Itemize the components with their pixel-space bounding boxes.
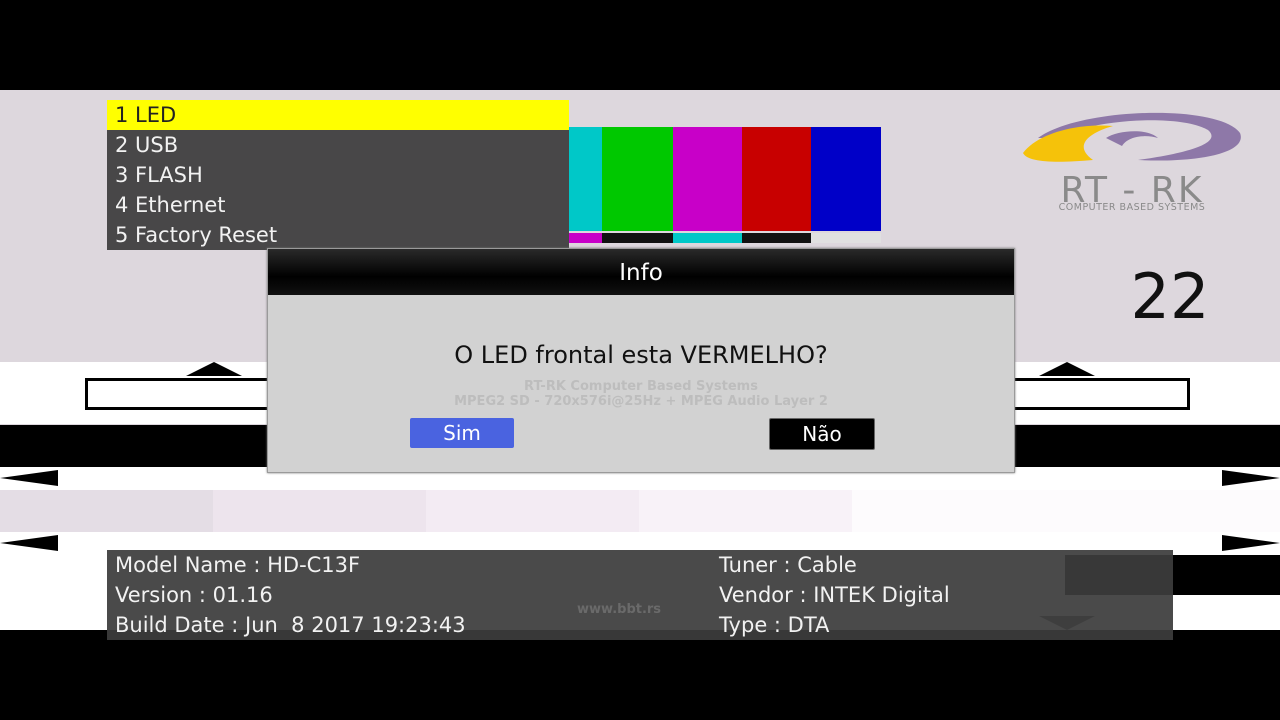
gray-step xyxy=(213,490,426,532)
build-date: Build Date : Jun 8 2017 19:23:43 xyxy=(115,613,466,637)
sub-bar xyxy=(811,233,881,243)
arrow-right-lower xyxy=(1222,535,1280,551)
dialog-title: Info xyxy=(268,249,1014,295)
gray-step xyxy=(852,490,1280,532)
right-outline-box xyxy=(1010,378,1190,410)
channel-number: 22 xyxy=(1130,260,1210,333)
menu-item-factory-reset[interactable]: 5 Factory Reset xyxy=(107,220,569,250)
color-bar-cyan xyxy=(569,127,602,231)
version: Version : 01.16 xyxy=(115,583,273,607)
color-bar-blue xyxy=(811,127,881,231)
background-text-line2: MPEG2 SD - 720x576i@25Hz + MPEG Audio La… xyxy=(454,394,828,409)
menu-item-flash[interactable]: 3 FLASH xyxy=(107,160,569,190)
no-button[interactable]: Não xyxy=(769,418,875,450)
gray-step xyxy=(639,490,852,532)
sub-bar xyxy=(742,233,811,243)
arrow-right-upper xyxy=(1222,470,1280,486)
test-menu: 1 LED 2 USB 3 FLASH 4 Ethernet 5 Factory… xyxy=(107,100,569,250)
color-bar-green xyxy=(602,127,673,231)
menu-item-usb[interactable]: 2 USB xyxy=(107,130,569,160)
gray-step xyxy=(426,490,639,532)
tuner: Tuner : Cable xyxy=(719,553,857,577)
left-outline-box xyxy=(85,378,277,410)
logo-subtitle: COMPUTER BASED SYSTEMS xyxy=(1058,202,1206,213)
background-text-line1: RT-RK Computer Based Systems xyxy=(524,379,758,394)
sub-bar xyxy=(673,233,742,243)
color-bar-red xyxy=(742,127,811,231)
menu-item-ethernet[interactable]: 4 Ethernet xyxy=(107,190,569,220)
arrow-left-lower xyxy=(0,535,58,551)
dialog-background-text: RT-RK Computer Based Systems MPEG2 SD - … xyxy=(268,379,1014,409)
sub-bar xyxy=(602,233,673,243)
device-type: Type : DTA xyxy=(719,613,830,637)
device-info-panel: www.bbt.rs Model Name : HD-C13F Version … xyxy=(107,550,1173,640)
gray-step xyxy=(0,490,213,532)
yes-button[interactable]: Sim xyxy=(410,418,514,448)
triangle-up-right xyxy=(1039,362,1095,376)
vendor: Vendor : INTEK Digital xyxy=(719,583,950,607)
color-bar-magenta xyxy=(673,127,742,231)
info-dialog: Info O LED frontal esta VERMELHO? RT-RK … xyxy=(267,248,1015,473)
arrow-left-upper xyxy=(0,470,58,486)
model-name: Model Name : HD-C13F xyxy=(115,553,361,577)
sub-bar xyxy=(569,233,602,243)
background-url-text: www.bbt.rs xyxy=(577,602,662,617)
menu-item-led[interactable]: 1 LED xyxy=(107,100,569,130)
triangle-up-left xyxy=(186,362,242,376)
dialog-message: O LED frontal esta VERMELHO? xyxy=(454,341,828,369)
